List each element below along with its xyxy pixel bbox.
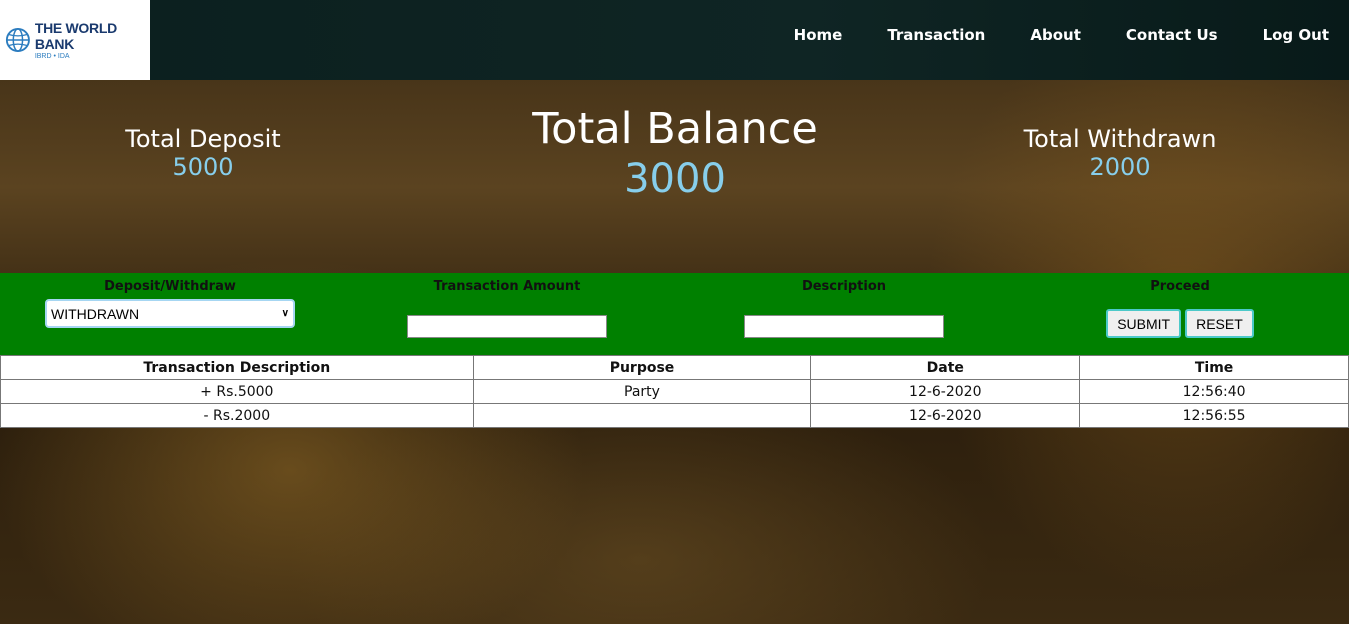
cell-purpose [472,403,812,428]
col-header-description: Transaction Description [0,355,474,380]
chevron-down-icon: ∨ [281,308,289,319]
nav-contact-us[interactable]: Contact Us [1126,26,1218,44]
total-deposit-value: 5000 [172,153,234,181]
amount-column: Transaction Amount [407,279,607,338]
total-balance-panel: Total Balance 3000 [495,104,855,202]
total-withdrawn-value: 2000 [1089,153,1151,181]
nav-log-out[interactable]: Log Out [1263,26,1329,44]
total-withdrawn-label: Total Withdrawn [1023,125,1217,153]
proceed-label: Proceed [1150,279,1210,294]
cell-purpose: Party [472,379,812,404]
description-input[interactable] [744,315,944,338]
col-header-date: Date [810,355,1081,380]
description-column: Description [744,279,944,338]
globe-icon [5,28,30,52]
logo-name: THE WORLD BANK [34,20,117,52]
transaction-table: Transaction Description Purpose Date Tim… [0,355,1349,428]
type-label: Deposit/Withdraw [104,279,236,294]
top-navbar: THE WORLD BANK IBRD • IDA Home Transacti… [0,0,1349,80]
nav-about[interactable]: About [1030,26,1081,44]
reset-button[interactable]: RESET [1185,309,1254,338]
type-column: Deposit/Withdraw WITHDRAWN ∨ [45,279,295,328]
table-row: + Rs.5000 Party 12-6-2020 12:56:40 [0,379,1349,404]
col-header-purpose: Purpose [472,355,812,380]
cell-date: 12-6-2020 [810,403,1081,428]
nav-menu: Home Transaction About Contact Us Log Ou… [794,26,1349,44]
col-header-time: Time [1079,355,1349,380]
amount-input[interactable] [407,315,607,338]
total-deposit-panel: Total Deposit 5000 [103,125,303,181]
amount-label: Transaction Amount [433,279,581,294]
nav-home[interactable]: Home [794,26,843,44]
type-select[interactable]: WITHDRAWN ∨ [45,299,295,328]
cell-date: 12-6-2020 [810,379,1081,404]
total-withdrawn-panel: Total Withdrawn 2000 [1000,125,1240,181]
type-select-value: WITHDRAWN [51,305,140,322]
table-row: - Rs.2000 12-6-2020 12:56:55 [0,403,1349,428]
cell-time: 12:56:55 [1079,403,1349,428]
world-bank-logo[interactable]: THE WORLD BANK IBRD • IDA [0,0,150,80]
total-balance-value: 3000 [624,156,726,202]
table-header-row: Transaction Description Purpose Date Tim… [0,355,1349,380]
description-label: Description [801,279,887,294]
nav-transaction[interactable]: Transaction [887,26,985,44]
proceed-column: Proceed SUBMIT RESET [1097,279,1263,338]
cell-time: 12:56:40 [1079,379,1349,404]
cell-amount: - Rs.2000 [0,403,474,428]
cell-amount: + Rs.5000 [0,379,474,404]
total-deposit-label: Total Deposit [125,125,281,153]
submit-button[interactable]: SUBMIT [1106,309,1182,338]
total-balance-label: Total Balance [532,104,818,154]
transaction-form: Deposit/Withdraw WITHDRAWN ∨ Transaction… [0,273,1349,355]
logo-subtitle: IBRD • IDA [34,53,70,60]
